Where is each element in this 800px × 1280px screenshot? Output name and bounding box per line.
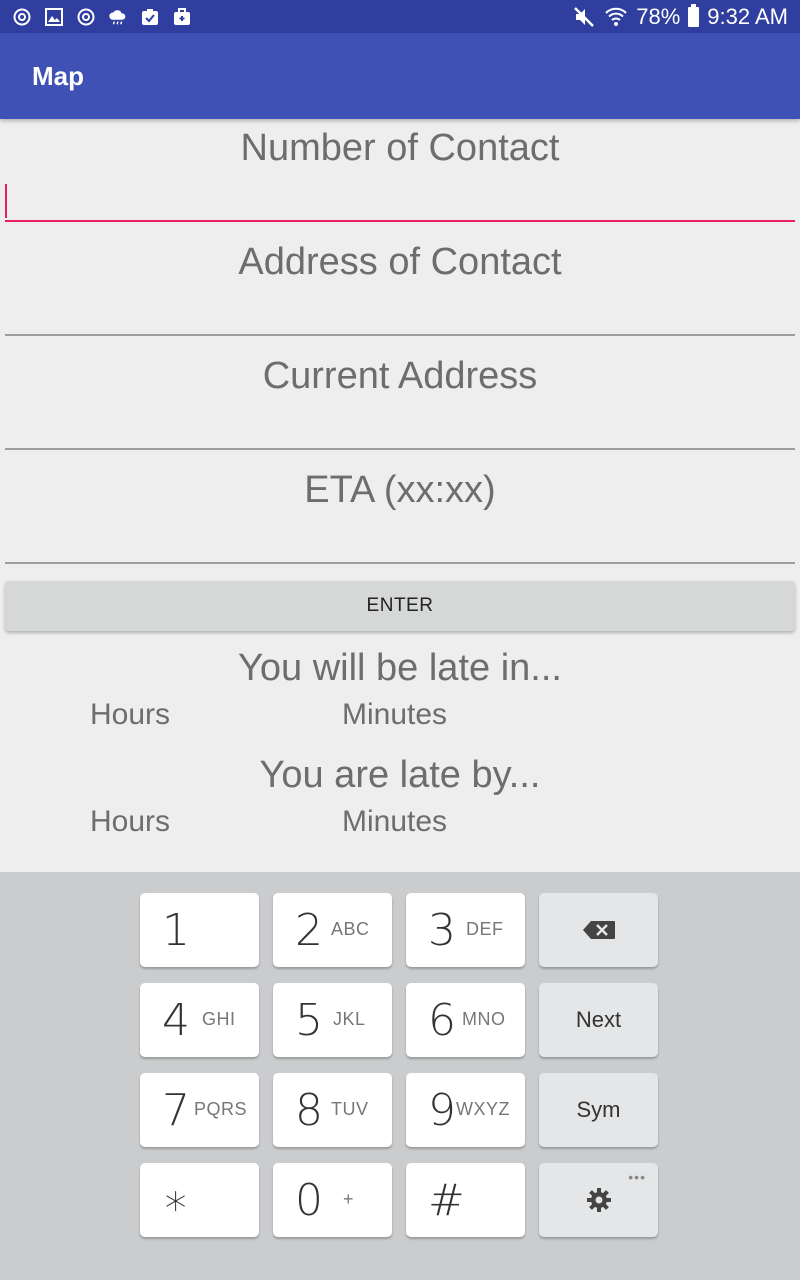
key-digit: 7	[162, 1085, 190, 1136]
clipboard-check-icon	[140, 7, 160, 27]
sync-notification-icon-2	[76, 7, 96, 27]
key-7[interactable]: 7 PQRS	[140, 1073, 259, 1147]
key-symbol: ∗	[162, 1175, 190, 1226]
next-key-label: Next	[575, 1007, 622, 1032]
contact-number-underline	[5, 220, 795, 222]
key-digit: 6	[428, 995, 456, 1046]
key-8[interactable]: 8 TUV	[273, 1073, 392, 1147]
sym-key-label: Sym	[576, 1097, 621, 1122]
late-in-title: You will be late in...	[238, 647, 562, 689]
key-9[interactable]: 9 WXYZ	[406, 1073, 525, 1147]
key-digit: 8	[295, 1085, 323, 1136]
key-symbol: #	[428, 1175, 465, 1226]
key-digit: 3	[428, 905, 456, 956]
key-hash[interactable]: #	[406, 1163, 525, 1237]
late-by-title: You are late by...	[259, 754, 541, 796]
briefcase-icon	[172, 7, 192, 27]
key-3[interactable]: 3 DEF	[406, 893, 525, 967]
key-digit: 5	[295, 995, 323, 1046]
contact-address-underline	[5, 334, 795, 336]
current-address-hint: Current Address	[262, 355, 538, 397]
app-title: Map	[32, 61, 84, 91]
key-6[interactable]: 6 MNO	[406, 983, 525, 1057]
battery-percent: 78%	[636, 3, 681, 29]
key-1[interactable]: 1	[140, 893, 259, 967]
gear-icon	[539, 1163, 658, 1237]
key-digit: 4	[162, 995, 190, 1046]
key-letters: ABC	[331, 919, 370, 939]
backspace-key[interactable]	[539, 893, 658, 967]
key-5[interactable]: 5 JKL	[273, 983, 392, 1057]
key-digit: 9	[428, 1085, 456, 1136]
notification-icons	[12, 5, 192, 29]
weather-icon	[108, 7, 128, 27]
contact-number-hint: Number of Contact	[240, 127, 560, 169]
backspace-icon	[539, 893, 658, 967]
key-digit: 1	[162, 905, 190, 956]
key-letters: TUV	[331, 1099, 369, 1119]
system-status: 78% 9:32 AM	[572, 0, 788, 33]
key-asterisk[interactable]: ∗	[140, 1163, 259, 1237]
key-letters: WXYZ	[456, 1099, 510, 1119]
key-letters: DEF	[466, 919, 504, 939]
key-letters: +	[343, 1189, 355, 1209]
key-digit: 0	[295, 1175, 323, 1226]
sync-notification-icon	[12, 7, 32, 27]
late-in-hours-label: Hours	[90, 698, 171, 731]
late-by-minutes-label: Minutes	[342, 805, 448, 838]
key-letters: MNO	[462, 1009, 506, 1029]
key-letters: JKL	[333, 1009, 366, 1029]
key-2[interactable]: 2 ABC	[273, 893, 392, 967]
late-in-minutes-label: Minutes	[342, 698, 448, 731]
status-bar: 78% 9:32 AM	[0, 0, 800, 33]
next-key[interactable]: Next	[539, 983, 658, 1057]
contact-address-hint: Address of Contact	[238, 241, 562, 283]
key-letters: GHI	[202, 1009, 236, 1029]
key-4[interactable]: 4 GHI	[140, 983, 259, 1057]
battery-icon	[688, 3, 700, 27]
clock: 9:32 AM	[707, 3, 788, 29]
enter-button[interactable]: ENTER	[5, 581, 795, 631]
key-letters: PQRS	[194, 1099, 248, 1119]
eta-underline	[5, 562, 795, 564]
current-address-underline	[5, 448, 795, 450]
numeric-keyboard: 1 2 ABC 3 DEF 4 GHI 5 JKL 6 MNO Next 7 P…	[0, 872, 800, 1280]
sym-key[interactable]: Sym	[539, 1073, 658, 1147]
key-0[interactable]: 0 +	[273, 1163, 392, 1237]
wifi-icon	[604, 5, 628, 29]
app-bar: Map	[0, 33, 800, 119]
key-digit: 2	[295, 905, 323, 956]
settings-key[interactable]: •••	[539, 1163, 658, 1237]
text-cursor	[5, 184, 7, 218]
late-by-hours-label: Hours	[90, 805, 171, 838]
image-notification-icon	[44, 7, 64, 27]
eta-hint: ETA (xx:xx)	[304, 469, 496, 511]
mute-icon	[572, 5, 596, 29]
